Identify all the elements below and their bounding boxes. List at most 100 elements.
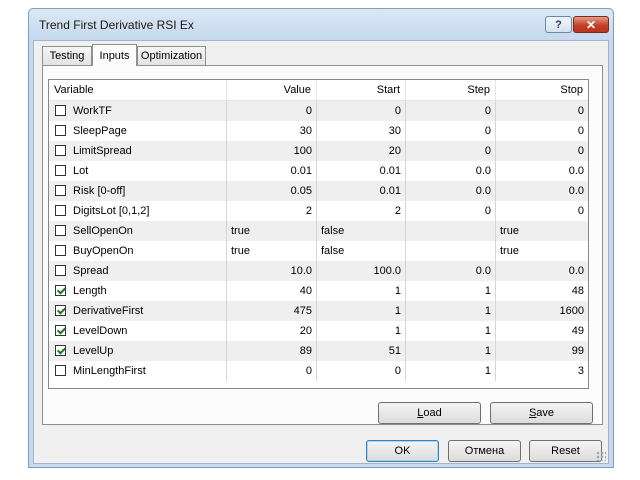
step-cell[interactable] [406,221,496,241]
table-row[interactable]: DerivativeFirst 475 1 1 1600 [49,301,588,321]
stop-cell[interactable]: 0.0 [496,261,588,281]
table-row[interactable]: Risk [0-off] 0.05 0.01 0.0 0.0 [49,181,588,201]
step-cell[interactable]: 1 [406,361,496,381]
optimize-checkbox[interactable] [55,325,66,336]
start-cell[interactable]: 1 [317,281,406,301]
optimize-checkbox[interactable] [55,105,66,116]
value-cell[interactable]: 30 [227,121,317,141]
optimize-checkbox[interactable] [55,265,66,276]
value-cell[interactable]: 2 [227,201,317,221]
start-cell[interactable]: false [317,221,406,241]
start-cell[interactable]: false [317,241,406,261]
value-cell[interactable]: true [227,241,317,261]
optimize-checkbox[interactable] [55,305,66,316]
step-cell[interactable] [406,241,496,261]
value-cell[interactable]: 40 [227,281,317,301]
optimize-checkbox[interactable] [55,365,66,376]
step-cell[interactable]: 0 [406,121,496,141]
table-row[interactable]: SleepPage 30 30 0 0 [49,121,588,141]
load-button[interactable]: Load [378,402,481,424]
value-cell[interactable]: 100 [227,141,317,161]
table-row[interactable]: SellOpenOn true false true [49,221,588,241]
start-cell[interactable]: 1 [317,321,406,341]
tab-testing[interactable]: Testing [42,46,92,65]
stop-cell[interactable]: 0.0 [496,161,588,181]
help-button[interactable]: ? [545,16,572,33]
resize-grip-icon[interactable] [596,451,606,461]
value-cell[interactable]: 0.01 [227,161,317,181]
optimize-checkbox[interactable] [55,285,66,296]
start-cell[interactable]: 51 [317,341,406,361]
step-cell[interactable]: 0 [406,201,496,221]
table-row[interactable]: WorkTF 0 0 0 0 [49,101,588,121]
stop-cell[interactable]: 0.0 [496,181,588,201]
table-row[interactable]: BuyOpenOn true false true [49,241,588,261]
step-cell[interactable]: 0 [406,141,496,161]
table-row[interactable]: Length 40 1 1 48 [49,281,588,301]
step-cell[interactable]: 1 [406,281,496,301]
start-cell[interactable]: 0.01 [317,161,406,181]
stop-cell[interactable]: 0 [496,141,588,161]
step-cell[interactable]: 1 [406,321,496,341]
start-cell[interactable]: 1 [317,301,406,321]
start-cell[interactable]: 20 [317,141,406,161]
table-row[interactable]: LevelDown 20 1 1 49 [49,321,588,341]
table-row[interactable]: LevelUp 89 51 1 99 [49,341,588,361]
table-row[interactable]: Spread 10.0 100.0 0.0 0.0 [49,261,588,281]
start-cell[interactable]: 100.0 [317,261,406,281]
stop-cell[interactable]: 99 [496,341,588,361]
start-cell[interactable]: 30 [317,121,406,141]
value-cell[interactable]: 89 [227,341,317,361]
optimize-checkbox[interactable] [55,185,66,196]
stop-cell[interactable]: true [496,221,588,241]
stop-cell[interactable]: 0 [496,101,588,121]
reset-button[interactable]: Reset [529,440,602,462]
cancel-button[interactable]: Отмена [448,440,521,462]
close-button[interactable]: ✕ [573,16,609,33]
value-cell[interactable]: true [227,221,317,241]
value-cell[interactable]: 0.05 [227,181,317,201]
value-cell[interactable]: 0 [227,101,317,121]
optimize-checkbox[interactable] [55,125,66,136]
stop-cell[interactable]: true [496,241,588,261]
optimize-checkbox[interactable] [55,205,66,216]
column-header-step[interactable]: Step [406,80,496,100]
optimize-checkbox[interactable] [55,225,66,236]
optimize-checkbox[interactable] [55,145,66,156]
start-cell[interactable]: 0 [317,101,406,121]
stop-cell[interactable]: 0 [496,121,588,141]
value-cell[interactable]: 20 [227,321,317,341]
column-header-stop[interactable]: Stop [496,80,588,100]
stop-cell[interactable]: 48 [496,281,588,301]
optimize-checkbox[interactable] [55,245,66,256]
step-cell[interactable]: 1 [406,301,496,321]
table-row[interactable]: DigitsLot [0,1,2] 2 2 0 0 [49,201,588,221]
save-button[interactable]: Save [490,402,593,424]
start-cell[interactable]: 0.01 [317,181,406,201]
value-cell[interactable]: 10.0 [227,261,317,281]
start-cell[interactable]: 2 [317,201,406,221]
tab-inputs[interactable]: Inputs [92,44,137,66]
step-cell[interactable]: 0.0 [406,181,496,201]
column-header-start[interactable]: Start [317,80,406,100]
stop-cell[interactable]: 1600 [496,301,588,321]
column-header-variable[interactable]: Variable [49,80,227,100]
value-cell[interactable]: 0 [227,361,317,381]
stop-cell[interactable]: 49 [496,321,588,341]
value-cell[interactable]: 475 [227,301,317,321]
stop-cell[interactable]: 3 [496,361,588,381]
table-row[interactable]: MinLengthFirst 0 0 1 3 [49,361,588,381]
step-cell[interactable]: 1 [406,341,496,361]
step-cell[interactable]: 0.0 [406,161,496,181]
stop-cell[interactable]: 0 [496,201,588,221]
step-cell[interactable]: 0.0 [406,261,496,281]
tab-optimization[interactable]: Optimization [137,46,206,65]
ok-button[interactable]: OK [366,440,439,462]
column-header-value[interactable]: Value [227,80,317,100]
optimize-checkbox[interactable] [55,165,66,176]
table-row[interactable]: LimitSpread 100 20 0 0 [49,141,588,161]
step-cell[interactable]: 0 [406,101,496,121]
table-row[interactable]: Lot 0.01 0.01 0.0 0.0 [49,161,588,181]
optimize-checkbox[interactable] [55,345,66,356]
start-cell[interactable]: 0 [317,361,406,381]
